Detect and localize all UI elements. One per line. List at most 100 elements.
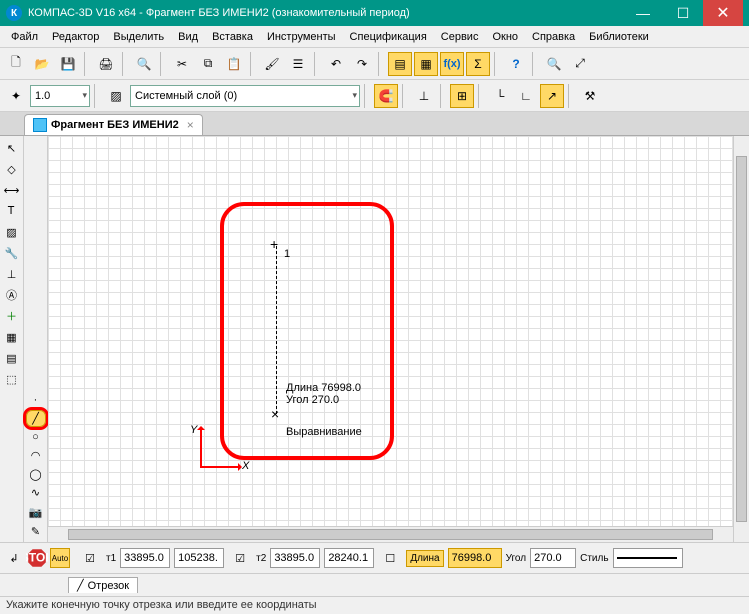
line-tool[interactable]: ╱ <box>26 410 46 428</box>
tab-close-icon[interactable]: × <box>187 118 194 132</box>
properties-button[interactable]: ☰ <box>286 52 310 76</box>
menu-view[interactable]: Вид <box>171 29 205 45</box>
undo-button[interactable]: ↶ <box>324 52 348 76</box>
library2-icon: ▦ <box>420 57 431 71</box>
drawing-canvas[interactable]: Y X + 1 × Длина 76998.0 Угол 270.0 Вырав… <box>48 136 733 526</box>
t1-y-field[interactable]: 105238. <box>174 548 224 568</box>
menu-libraries[interactable]: Библиотеки <box>582 29 656 45</box>
grid-button[interactable]: ⊞ <box>450 84 474 108</box>
constraint-tool[interactable]: ⊥ <box>2 264 22 284</box>
spline-icon: ∿ <box>31 486 40 499</box>
layer-value: Системный слой (0) <box>135 90 237 102</box>
t1-lock[interactable]: ☑ <box>78 546 102 570</box>
angle-button[interactable]: ∟ <box>514 84 538 108</box>
title-bar: К КОМПАС-3D V16 x64 - Фрагмент БЕЗ ИМЕНИ… <box>0 0 749 26</box>
edit-button[interactable]: ⚒ <box>578 84 602 108</box>
point-tool[interactable]: · <box>26 391 46 409</box>
lib-button-1[interactable]: ▤ <box>388 52 412 76</box>
t2-y-field[interactable]: 28240.1 <box>324 548 374 568</box>
len-lock[interactable]: ☐ <box>378 546 402 570</box>
select-tool[interactable]: ↖ <box>2 138 22 158</box>
spline-tool[interactable]: ∿ <box>26 484 46 502</box>
menu-insert[interactable]: Вставка <box>205 29 260 45</box>
menu-window[interactable]: Окно <box>485 29 525 45</box>
menu-spec[interactable]: Спецификация <box>343 29 434 45</box>
thickness-dropdown[interactable]: 1.0 <box>30 85 90 107</box>
apply-button[interactable]: ↲ <box>4 548 24 568</box>
dim-tool[interactable]: ⟷ <box>2 180 22 200</box>
length-label: Длина <box>406 550 443 567</box>
cut-button[interactable]: ✂ <box>170 52 194 76</box>
snap-toggle[interactable]: ✦ <box>4 84 28 108</box>
checkbox3-icon: ☐ <box>385 552 395 565</box>
magnet-button[interactable]: 🧲 <box>374 84 398 108</box>
brush-tool[interactable]: ✎ <box>26 522 46 540</box>
construction-line <box>276 246 277 414</box>
help-button[interactable]: ? <box>504 52 528 76</box>
zoom-fit-icon: ⤢ <box>575 56 585 71</box>
report-tool[interactable]: ▤ <box>2 348 22 368</box>
insert-tool[interactable]: ⬚ <box>2 369 22 389</box>
layer-dropdown[interactable]: Системный слой (0) <box>130 85 360 107</box>
print-button[interactable]: 🖨 <box>94 52 118 76</box>
menu-help[interactable]: Справка <box>525 29 582 45</box>
t1-x-field[interactable]: 33895.0 <box>120 548 170 568</box>
length-field[interactable]: 76998.0 <box>448 548 502 568</box>
spec-tool[interactable]: ▦ <box>2 327 22 347</box>
minimize-button[interactable]: — <box>623 0 663 26</box>
save-button[interactable]: 💾 <box>56 52 80 76</box>
horizontal-scrollbar[interactable] <box>48 526 733 542</box>
preview-button[interactable]: 🔍 <box>132 52 156 76</box>
fx-button[interactable]: f(x) <box>440 52 464 76</box>
lasso-icon: ◇ <box>7 163 15 176</box>
ellipse-tool[interactable]: ◯ <box>26 465 46 483</box>
pencil-icon: ✎ <box>31 525 40 538</box>
new-button[interactable]: 🗋 <box>4 52 28 76</box>
ortho-button[interactable]: ⊥ <box>412 84 436 108</box>
camera-tool[interactable]: 📷 <box>26 504 46 522</box>
redo-button[interactable]: ↷ <box>350 52 374 76</box>
text-tool[interactable]: Ꭲ <box>2 201 22 221</box>
zoom-fit-button[interactable]: ⤢ <box>568 52 592 76</box>
maximize-button[interactable]: ☐ <box>663 0 703 26</box>
stop-button[interactable]: STOP <box>26 547 48 569</box>
circle-tool[interactable]: ○ <box>26 428 46 446</box>
open-button[interactable]: 📂 <box>30 52 54 76</box>
edit-tool[interactable]: 🔧 <box>2 243 22 263</box>
auto-button[interactable]: Auto <box>50 548 70 568</box>
line-start-marker: + <box>270 236 278 252</box>
camera-icon: 📷 <box>29 506 43 519</box>
paste-button[interactable]: 📋 <box>222 52 246 76</box>
text-icon: Ꭲ <box>8 205 15 218</box>
var-button[interactable]: Σ <box>466 52 490 76</box>
brush-button[interactable]: 🖌 <box>260 52 284 76</box>
menu-service[interactable]: Сервис <box>434 29 486 45</box>
document-tab[interactable]: Фрагмент БЕЗ ИМЕНИ2 × <box>24 114 203 135</box>
lasso-tool[interactable]: ◇ <box>2 159 22 179</box>
hatch-tool[interactable]: ▨ <box>2 222 22 242</box>
hatch-button[interactable]: ▨ <box>104 84 128 108</box>
arc-tool[interactable]: ◠ <box>26 447 46 465</box>
param-tab-segment[interactable]: ╱ Отрезок <box>68 577 138 593</box>
edit-icon: ⚒ <box>585 89 596 103</box>
vplus-tool[interactable]: ＋ <box>2 306 22 326</box>
vertical-scrollbar[interactable] <box>733 136 749 542</box>
t2-lock[interactable]: ☑ <box>228 546 252 570</box>
menu-file[interactable]: Файл <box>4 29 45 45</box>
highlight-annotation <box>220 202 394 460</box>
t2-x-field[interactable]: 33895.0 <box>270 548 320 568</box>
measure-tool[interactable]: Ⓐ <box>2 285 22 305</box>
coord-button[interactable]: └ <box>488 84 512 108</box>
param-button[interactable]: ↗ <box>540 84 564 108</box>
wrench-icon: 🔧 <box>5 247 19 260</box>
menu-select[interactable]: Выделить <box>106 29 171 45</box>
menu-editor[interactable]: Редактор <box>45 29 106 45</box>
close-button[interactable]: ✕ <box>703 0 743 26</box>
style-field[interactable] <box>613 548 683 568</box>
toolbar-styles: ✦ 1.0 ▨ Системный слой (0) 🧲 ⊥ ⊞ └ ∟ ↗ ⚒ <box>0 80 749 112</box>
angle-field[interactable]: 270.0 <box>530 548 576 568</box>
lib-button-2[interactable]: ▦ <box>414 52 438 76</box>
copy-button[interactable]: ⧉ <box>196 52 220 76</box>
menu-tools[interactable]: Инструменты <box>260 29 343 45</box>
zoom-in-button[interactable]: 🔍 <box>542 52 566 76</box>
